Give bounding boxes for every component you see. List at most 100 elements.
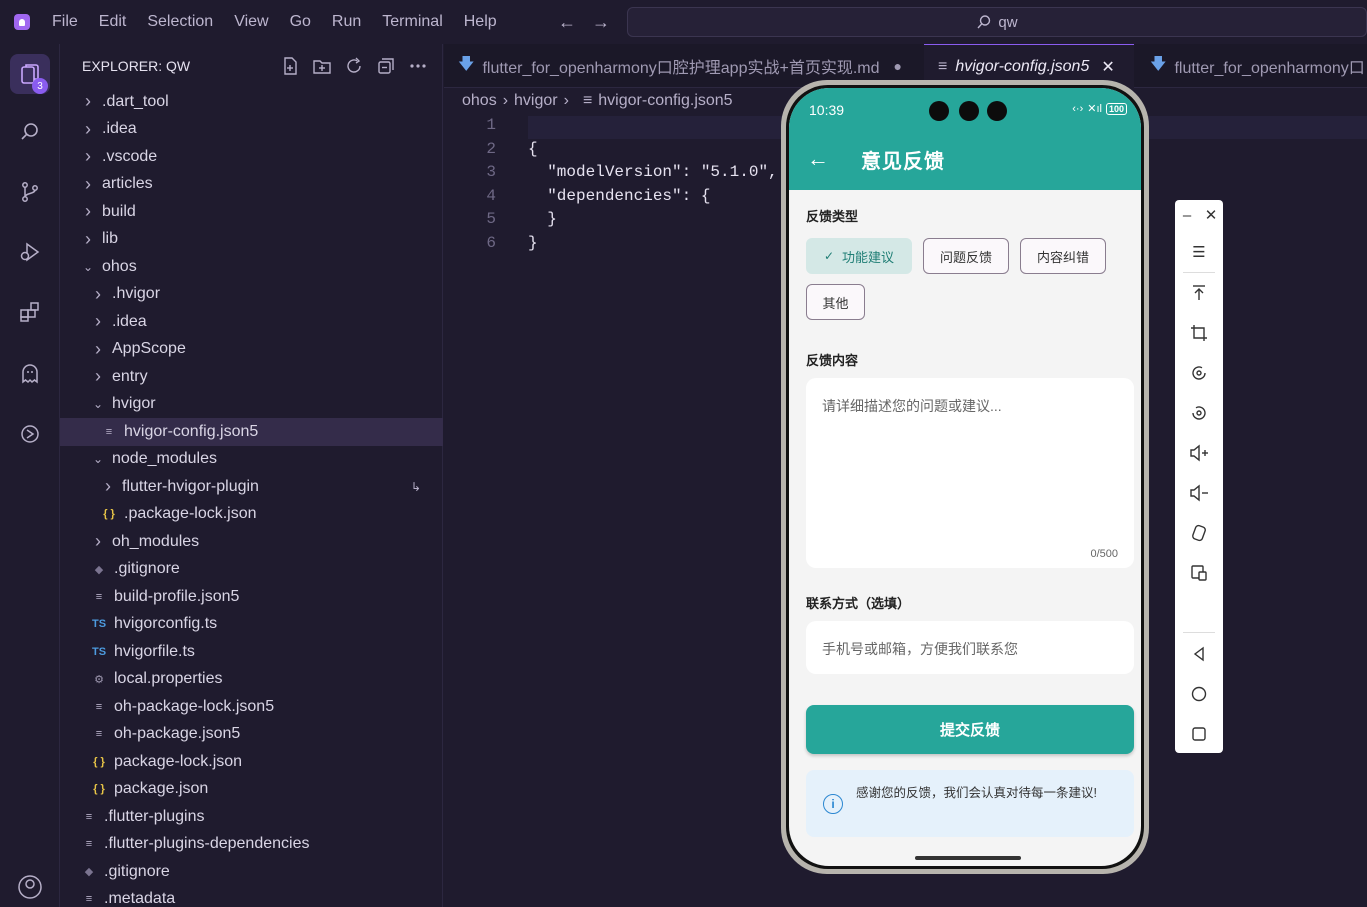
tree-folder[interactable]: › .vscode: [60, 143, 443, 171]
menu-go[interactable]: Go: [290, 13, 311, 31]
flutter-tools-icon[interactable]: [10, 414, 50, 454]
menu-terminal[interactable]: Terminal: [382, 13, 442, 31]
tree-file[interactable]: ≡ .flutter-plugins: [60, 803, 443, 831]
refresh-icon[interactable]: [344, 56, 364, 76]
tree-folder[interactable]: › .hvigor: [60, 281, 443, 309]
menu-file[interactable]: File: [52, 13, 78, 31]
tree-file[interactable]: ≡ .flutter-plugins-dependencies: [60, 831, 443, 859]
tree-item-label: package.json: [114, 780, 209, 798]
tree-item-label: .gitignore: [104, 862, 170, 880]
tree-folder[interactable]: › articles: [60, 171, 443, 199]
home-indicator[interactable]: [915, 856, 1021, 860]
menu-help[interactable]: Help: [464, 13, 497, 31]
chevron-down-icon: ⌄: [82, 259, 94, 274]
tree-file[interactable]: ≡ oh-package-lock.json5: [60, 693, 443, 721]
contact-input[interactable]: 手机号或邮箱，方便我们联系您: [806, 621, 1134, 674]
tree-folder[interactable]: › lib: [60, 226, 443, 254]
new-file-icon[interactable]: [280, 56, 300, 76]
tree-item-label: build: [102, 202, 136, 220]
search-text: qw: [998, 13, 1018, 31]
tree-folder[interactable]: ⌄ hvigor: [60, 391, 443, 419]
tree-folder[interactable]: › oh_modules: [60, 528, 443, 556]
menu-run[interactable]: Run: [332, 13, 361, 31]
nav-home-icon[interactable]: [1175, 681, 1223, 707]
tree-file[interactable]: ⚙ local.properties: [60, 666, 443, 694]
contact-label: 联系方式（选填）: [806, 596, 911, 611]
phone-screen[interactable]: 10:39 ‹·› ✕ıl 100 ← 意见反馈 反馈类型 ✓ 功能建议 问题反…: [789, 88, 1141, 866]
tree-folder[interactable]: › entry: [60, 363, 443, 391]
tree-folder[interactable]: › AppScope: [60, 336, 443, 364]
menu-icon[interactable]: ☰: [1175, 239, 1223, 265]
collapse-all-icon[interactable]: [376, 56, 396, 76]
chip-feature-suggestion[interactable]: ✓ 功能建议: [806, 238, 912, 274]
breadcrumb-item[interactable]: ohos: [462, 92, 497, 110]
source-control-icon[interactable]: [10, 172, 50, 212]
tab-label: flutter_for_openharmony口腔护理app实战+首页实现.md: [482, 60, 880, 77]
tree-folder[interactable]: › .idea: [60, 308, 443, 336]
rotate-icon[interactable]: [1175, 360, 1223, 386]
tree-file[interactable]: ◆ .gitignore: [60, 556, 443, 584]
back-arrow-icon[interactable]: ←: [807, 146, 837, 172]
feedback-content-label: 反馈内容: [806, 353, 859, 368]
title-bar: File Edit Selection View Go Run Terminal…: [0, 0, 1367, 44]
tree-folder[interactable]: › build: [60, 198, 443, 226]
tree-file[interactable]: ◆ .gitignore: [60, 858, 443, 886]
extensions-icon[interactable]: [10, 292, 50, 332]
tree-file[interactable]: { } .package-lock.json: [60, 501, 443, 529]
tree-item-label: .flutter-plugins-dependencies: [104, 835, 310, 853]
lines-file-icon: ≡: [95, 700, 103, 713]
chevron-right-icon: ›: [85, 201, 91, 222]
feedback-content-input[interactable]: 请详细描述您的问题或建议... 0/500: [806, 378, 1134, 568]
breadcrumb-item[interactable]: hvigor: [514, 92, 558, 110]
chip-problem-report[interactable]: 问题反馈: [923, 238, 1009, 274]
tree-folder[interactable]: › flutter-hvigor-plugin ↳: [60, 473, 443, 501]
tree-file[interactable]: ≡ .metadata: [60, 886, 443, 907]
tree-folder[interactable]: › .idea: [60, 116, 443, 144]
tree-file[interactable]: TS hvigorfile.ts: [60, 638, 443, 666]
new-folder-icon[interactable]: [312, 56, 332, 76]
menu-selection[interactable]: Selection: [147, 13, 213, 31]
volume-up-icon[interactable]: [1175, 440, 1223, 466]
explorer-icon[interactable]: 3: [10, 54, 50, 94]
more-actions-icon[interactable]: [408, 56, 428, 76]
tree-file[interactable]: { } package-lock.json: [60, 748, 443, 776]
multi-device-icon[interactable]: [1175, 560, 1223, 586]
tab-flutter-md-2[interactable]: 🡇 flutter_for_openharmony口: [1136, 44, 1367, 88]
forward-arrow-icon[interactable]: →: [592, 12, 610, 33]
back-arrow-icon[interactable]: ←: [558, 12, 576, 33]
tree-folder[interactable]: › .dart_tool: [60, 88, 443, 116]
pin-top-icon[interactable]: [1175, 280, 1223, 306]
close-icon[interactable]: ✕: [1187, 202, 1235, 228]
tree-folder[interactable]: ⌄ node_modules: [60, 446, 443, 474]
ghost-extension-icon[interactable]: [10, 354, 50, 394]
tree-file[interactable]: { } package.json: [60, 776, 443, 804]
chip-content-correction[interactable]: 内容纠错: [1020, 238, 1106, 274]
command-center-search[interactable]: qw: [627, 7, 1367, 37]
nav-back-icon[interactable]: [1175, 641, 1223, 667]
tree-item-label: articles: [102, 175, 153, 193]
tree-file[interactable]: ≡ build-profile.json5: [60, 583, 443, 611]
tree-file[interactable]: TS hvigorconfig.ts: [60, 611, 443, 639]
account-icon[interactable]: [10, 867, 50, 907]
chip-other[interactable]: 其他: [806, 284, 865, 320]
volume-down-icon[interactable]: [1175, 480, 1223, 506]
submit-feedback-button[interactable]: 提交反馈: [806, 705, 1134, 754]
chevron-right-icon: ›: [95, 338, 101, 359]
ts-file-icon: TS: [91, 645, 107, 658]
breadcrumb-item[interactable]: hvigor-config.json5: [598, 92, 732, 110]
run-debug-icon[interactable]: [10, 232, 50, 272]
crop-screenshot-icon[interactable]: [1175, 320, 1223, 346]
tree-file[interactable]: ≡ hvigor-config.json5: [60, 418, 443, 446]
tree-item-label: .dart_tool: [102, 92, 169, 110]
nav-recents-icon[interactable]: [1175, 721, 1223, 747]
tree-file[interactable]: ≡ oh-package.json5: [60, 721, 443, 749]
menu-view[interactable]: View: [234, 13, 268, 31]
rotate-back-icon[interactable]: [1175, 400, 1223, 426]
activity-bar: 3: [0, 44, 60, 907]
shake-icon[interactable]: [1175, 520, 1223, 546]
tree-folder[interactable]: ⌄ ohos: [60, 253, 443, 281]
search-view-icon[interactable]: [10, 112, 50, 152]
chevron-right-icon: ›: [502, 92, 509, 109]
close-tab-icon[interactable]: ✕: [1101, 57, 1114, 77]
menu-edit[interactable]: Edit: [99, 13, 127, 31]
